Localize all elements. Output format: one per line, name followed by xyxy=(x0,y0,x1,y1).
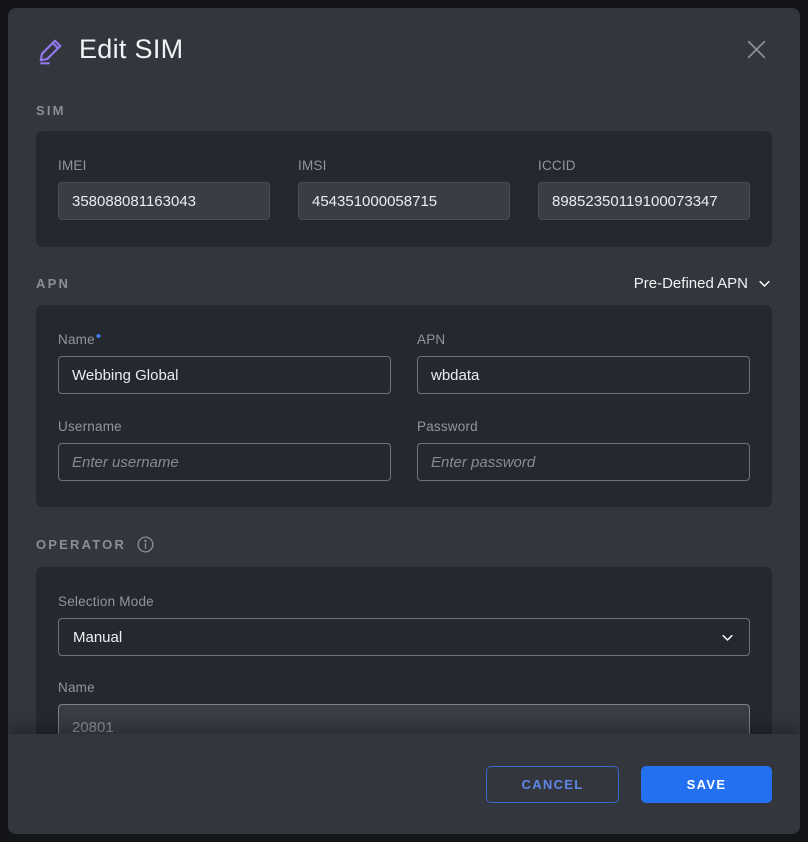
apn-apn-field: APN xyxy=(417,332,750,394)
operator-section-header: OPERATOR xyxy=(36,535,772,554)
username-input[interactable] xyxy=(58,443,391,481)
apn-name-label: Name xyxy=(58,332,95,347)
required-marker: • xyxy=(96,328,101,345)
iccid-input[interactable] xyxy=(538,182,750,220)
apn-section-header: APN Pre-Defined APN xyxy=(36,275,772,292)
apn-name-field: Name• xyxy=(58,332,391,394)
info-icon[interactable] xyxy=(136,535,155,554)
imsi-field: IMSI xyxy=(298,158,510,220)
imei-input[interactable] xyxy=(58,182,270,220)
modal-title: Edit SIM xyxy=(79,34,183,65)
apn-apn-label: APN xyxy=(417,332,750,347)
iccid-label: ICCID xyxy=(538,158,750,173)
sim-section-label: SIM xyxy=(36,103,772,118)
operator-name-label: Name xyxy=(58,680,750,695)
iccid-field: ICCID xyxy=(538,158,750,220)
selection-mode-field: Selection Mode Manual xyxy=(58,594,750,656)
apn-name-input[interactable] xyxy=(58,356,391,394)
imsi-label: IMSI xyxy=(298,158,510,173)
password-field: Password xyxy=(417,419,750,481)
chevron-down-icon xyxy=(720,630,735,645)
apn-panel: Name• APN Username Password xyxy=(36,305,772,507)
save-button[interactable]: SAVE xyxy=(641,766,772,803)
edit-sim-modal: Edit SIM SIM IMEI IMSI ICCID xyxy=(8,8,800,834)
username-field: Username xyxy=(58,419,391,481)
predefined-apn-label: Pre-Defined APN xyxy=(634,275,748,292)
selection-mode-value: Manual xyxy=(73,629,122,646)
operator-section-label: OPERATOR xyxy=(36,537,126,552)
title-wrap: Edit SIM xyxy=(36,34,183,65)
apn-section-label: APN xyxy=(36,276,70,291)
password-input[interactable] xyxy=(417,443,750,481)
chevron-down-icon xyxy=(757,276,772,291)
modal-content: Edit SIM SIM IMEI IMSI ICCID xyxy=(8,8,800,796)
close-button[interactable] xyxy=(741,34,772,65)
selection-mode-select[interactable]: Manual xyxy=(58,618,750,656)
modal-header: Edit SIM xyxy=(36,8,772,65)
imsi-input[interactable] xyxy=(298,182,510,220)
imei-label: IMEI xyxy=(58,158,270,173)
edit-pencil-icon xyxy=(36,35,66,65)
close-icon xyxy=(743,36,770,63)
selection-mode-label: Selection Mode xyxy=(58,594,750,609)
password-label: Password xyxy=(417,419,750,434)
apn-input[interactable] xyxy=(417,356,750,394)
imei-field: IMEI xyxy=(58,158,270,220)
cancel-button[interactable]: CANCEL xyxy=(486,766,619,803)
sim-panel: IMEI IMSI ICCID xyxy=(36,131,772,247)
username-label: Username xyxy=(58,419,391,434)
predefined-apn-dropdown[interactable]: Pre-Defined APN xyxy=(634,275,772,292)
modal-footer: CANCEL SAVE xyxy=(8,734,800,834)
